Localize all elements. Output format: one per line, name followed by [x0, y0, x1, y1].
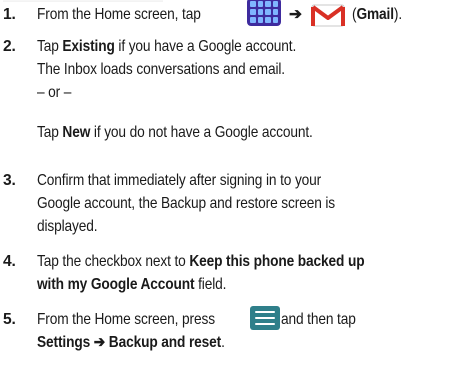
- step-1-text: From the Home screen, tap: [37, 6, 201, 23]
- step-text: and then tap: [281, 311, 356, 328]
- arrow-icon: ➔: [289, 6, 302, 23]
- gmail-label: (Gmail).: [352, 6, 403, 23]
- new-option: New: [62, 124, 91, 141]
- step-number: 1.: [3, 6, 16, 23]
- step-text: Tap Existing if you have a Google accoun…: [37, 38, 297, 55]
- gmail-icon: [311, 4, 345, 27]
- menu-icon: [250, 306, 280, 330]
- step-text: Tap the checkbox next to Keep this phone…: [37, 253, 365, 270]
- existing-option: Existing: [62, 38, 115, 55]
- step-number: 5.: [3, 311, 16, 328]
- step-text: Confirm that immediately after signing i…: [37, 172, 322, 189]
- step-text: Tap New if you do not have a Google acco…: [37, 124, 313, 141]
- step-text: Settings ➔ Backup and reset.: [37, 334, 225, 351]
- step-text: displayed.: [37, 218, 98, 235]
- or-separator: – or –: [37, 84, 72, 101]
- step-number: 4.: [3, 253, 16, 270]
- step-text: From the Home screen, press: [37, 311, 215, 328]
- step-number: 3.: [3, 172, 16, 189]
- step-text: with my Google Account field.: [37, 276, 227, 293]
- cropped-text-fragment: [3, 0, 163, 2]
- apps-grid-icon: [247, 0, 281, 26]
- step-text: The Inbox loads conversations and email.: [37, 61, 285, 78]
- settings-path: Settings ➔ Backup and reset: [37, 334, 222, 351]
- cropped-previous-line: [0, 0, 452, 2]
- instruction-page: 1. From the Home screen, tap ➔ (Gmail). …: [0, 0, 452, 375]
- step-number: 2.: [3, 38, 16, 55]
- step-text: From the Home screen, tap: [37, 4, 201, 26]
- step-text: Google account, the Backup and restore s…: [37, 195, 336, 212]
